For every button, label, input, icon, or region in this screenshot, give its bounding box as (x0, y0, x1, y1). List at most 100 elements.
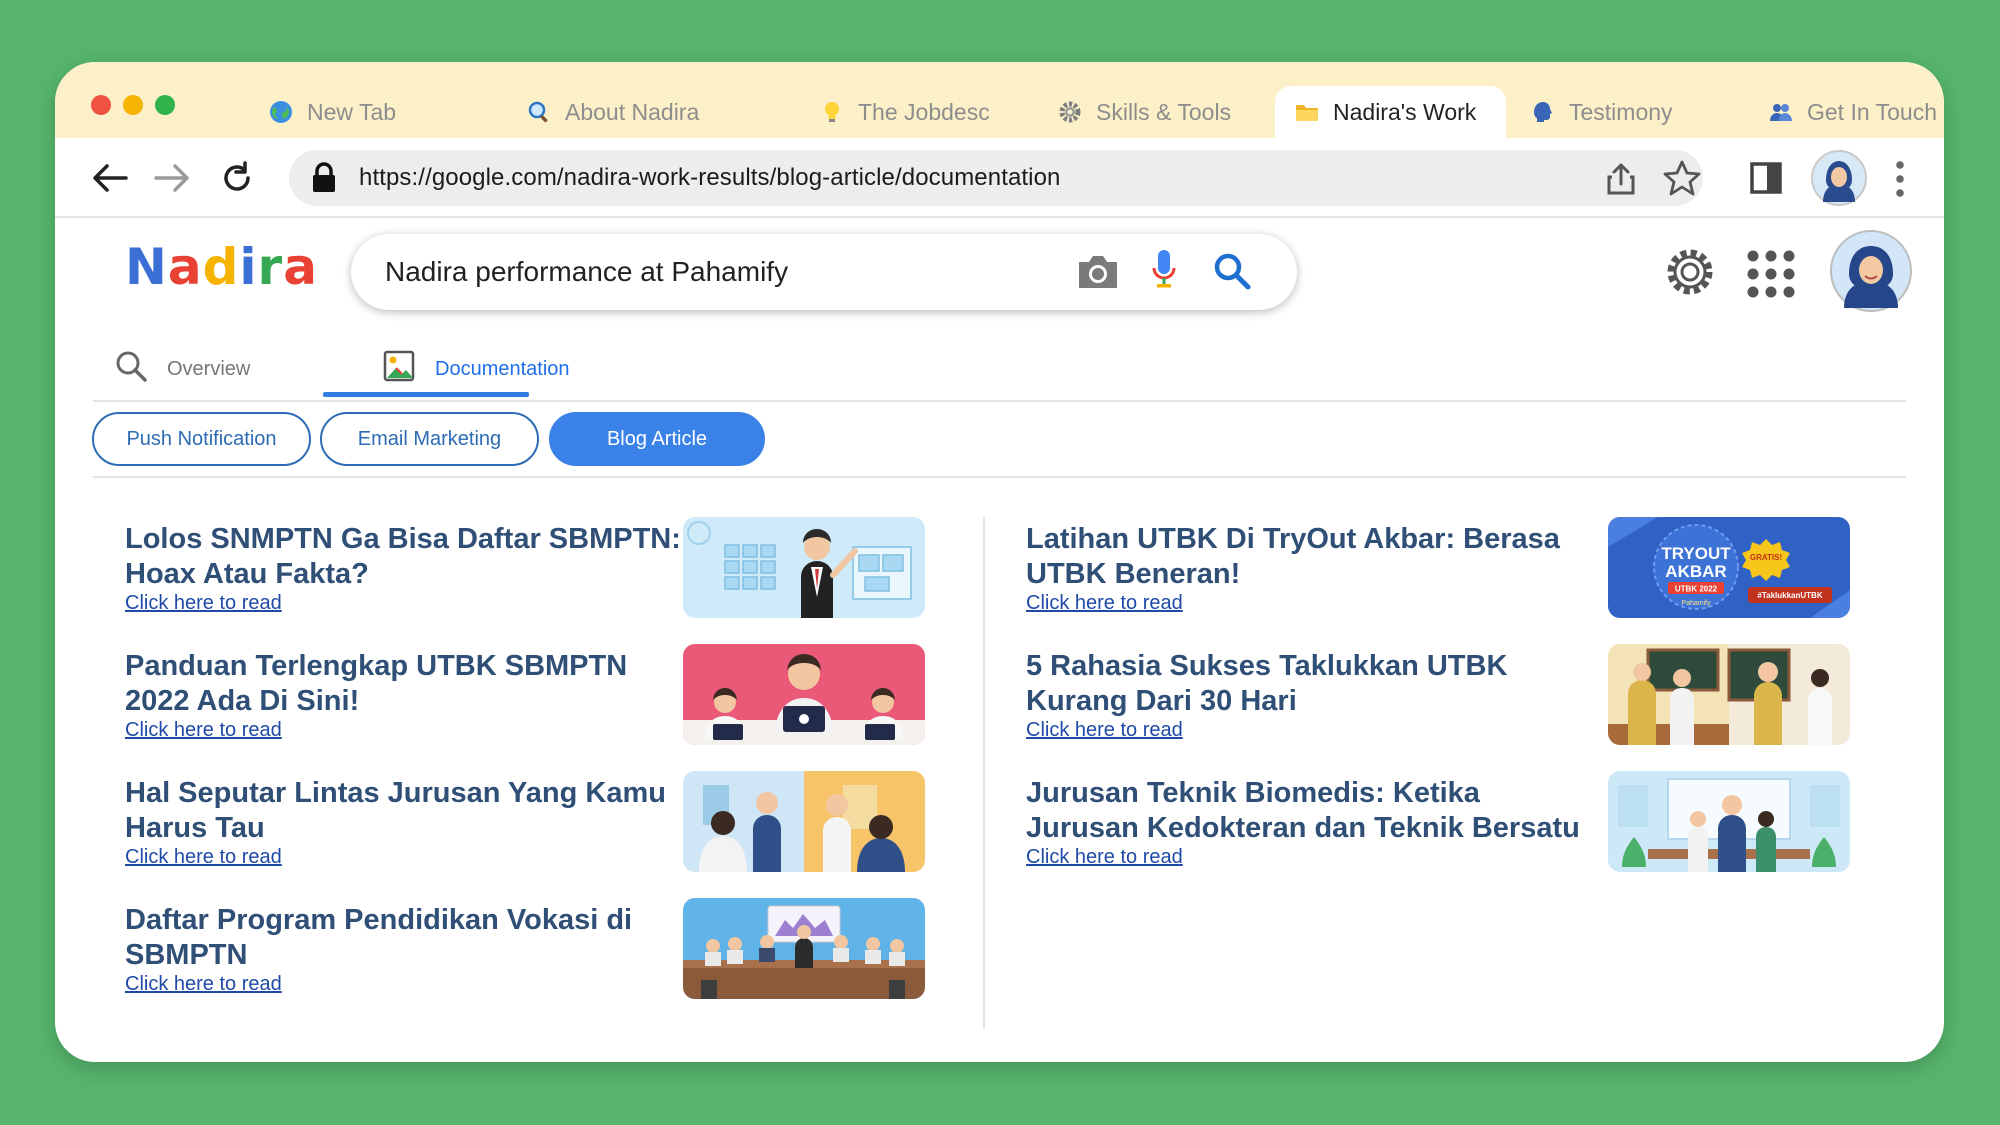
minimize-window-button[interactable] (123, 95, 143, 115)
settings-gear-icon[interactable] (1662, 244, 1718, 300)
apps-grid-icon[interactable] (1745, 248, 1797, 300)
profile-avatar-small[interactable] (1811, 150, 1867, 206)
profile-avatar[interactable] (1830, 230, 1912, 312)
search-icon[interactable] (1211, 250, 1253, 292)
read-link[interactable]: Click here to read (125, 719, 282, 742)
thumb-text-brand: Pahamify (1681, 600, 1711, 607)
more-menu-icon[interactable] (1893, 160, 1907, 198)
share-icon[interactable] (1605, 162, 1637, 196)
tab-label: Overview (167, 357, 251, 380)
article-thumbnail[interactable] (683, 771, 925, 872)
close-window-button[interactable] (91, 95, 111, 115)
chip-label: Email Marketing (357, 427, 502, 450)
logo-letter: r (257, 238, 284, 296)
thumb-text-utbk: UTBK 2022 (1675, 585, 1718, 594)
tab-label: Get In Touch (1807, 98, 1937, 125)
article-thumbnail[interactable] (683, 898, 925, 999)
thumb-text-gratis: GRATIS! (1750, 553, 1782, 562)
article-thumbnail[interactable] (683, 517, 925, 618)
tab-skills-tools[interactable]: Skills & Tools (1058, 86, 1231, 138)
chip-email-marketing[interactable]: Email Marketing (320, 412, 539, 466)
lock-icon (311, 162, 337, 194)
read-link[interactable]: Click here to read (125, 592, 282, 615)
forward-button[interactable] (150, 156, 194, 200)
tab-the-jobdesc[interactable]: The Jobdesc (820, 86, 990, 138)
search-icon (115, 350, 147, 388)
article-title[interactable]: 5 Rahasia Sukses Taklukkan UTBK Kurang D… (1026, 649, 1586, 719)
tab-label: Nadira's Work (1333, 98, 1477, 125)
tab-testimony[interactable]: Testimony (1531, 86, 1673, 138)
maximize-window-button[interactable] (155, 95, 175, 115)
tab-label: Testimony (1569, 98, 1673, 125)
browser-toolbar: https://google.com/nadira-work-results/b… (55, 138, 1944, 218)
article-title[interactable]: Panduan Terlengkap UTBK SBMPTN 2022 Ada … (125, 649, 685, 719)
article-thumbnail[interactable] (683, 644, 925, 745)
column-divider (983, 517, 985, 1029)
arrow-left-icon (93, 164, 128, 192)
tab-label: The Jobdesc (858, 98, 990, 125)
logo-letter: i (239, 238, 258, 296)
tab-about-nadira[interactable]: About Nadira (527, 86, 699, 138)
article-item: Latihan UTBK Di TryOut Akbar: Berasa UTB… (1026, 522, 1586, 615)
tab-bar: New Tab About Nadira The Jobdesc Skills … (55, 62, 1944, 138)
logo-letter: a (283, 238, 318, 296)
chip-blog-article[interactable]: Blog Article (549, 412, 765, 466)
read-link[interactable]: Click here to read (1026, 592, 1183, 615)
read-link[interactable]: Click here to read (1026, 719, 1183, 742)
result-tabs: Overview Documentation (115, 350, 1905, 388)
nadira-logo[interactable]: Nadira (125, 238, 318, 296)
lightbulb-icon (820, 100, 844, 124)
tab-label: About Nadira (565, 98, 700, 125)
arrow-right-icon (154, 164, 189, 192)
article-item: Lolos SNMPTN Ga Bisa Daftar SBMPTN: Hoax… (125, 522, 685, 615)
thumb-text-tryout: TRYOUT (1661, 544, 1731, 563)
tab-get-in-touch[interactable]: Get In Touch (1769, 86, 1937, 138)
article-thumbnail[interactable]: TRYOUT AKBAR UTBK 2022 Pahamify GRATIS! … (1608, 517, 1850, 618)
address-bar[interactable]: https://google.com/nadira-work-results/b… (289, 150, 1703, 206)
chip-label: Blog Article (606, 427, 708, 450)
article-title[interactable]: Lolos SNMPTN Ga Bisa Daftar SBMPTN: Hoax… (125, 522, 685, 592)
article-title[interactable]: Hal Seputar Lintas Jurusan Yang Kamu Har… (125, 776, 685, 846)
active-tab-indicator (323, 392, 529, 397)
read-link[interactable]: Click here to read (125, 973, 282, 996)
article-item: Hal Seputar Lintas Jurusan Yang Kamu Har… (125, 776, 685, 869)
tab-new-tab[interactable]: New Tab (269, 86, 396, 138)
search-input[interactable]: Nadira performance at Pahamify (385, 256, 788, 288)
people-icon (1769, 100, 1793, 124)
back-button[interactable] (88, 156, 132, 200)
article-thumbnail[interactable] (1608, 771, 1850, 872)
article-title[interactable]: Jurusan Teknik Biomedis: Ketika Jurusan … (1026, 776, 1586, 846)
url-text: https://google.com/nadira-work-results/b… (359, 164, 1061, 191)
folder-icon (1295, 100, 1319, 124)
divider (93, 400, 1906, 402)
toolbar-divider (55, 216, 1944, 218)
thumb-text-akbar: AKBAR (1665, 562, 1726, 581)
reload-button[interactable] (215, 156, 259, 200)
read-link[interactable]: Click here to read (1026, 846, 1183, 869)
tab-overview[interactable]: Overview (115, 350, 250, 388)
tab-documentation[interactable]: Documentation (383, 350, 570, 388)
side-panel-icon[interactable] (1748, 160, 1784, 196)
article-title[interactable]: Daftar Program Pendidikan Vokasi di SBMP… (125, 903, 685, 973)
camera-icon[interactable] (1075, 252, 1121, 292)
logo-letter: N (125, 238, 168, 296)
article-title[interactable]: Latihan UTBK Di TryOut Akbar: Berasa UTB… (1026, 522, 1586, 592)
search-box[interactable]: Nadira performance at Pahamify (351, 234, 1297, 310)
chip-label: Push Notification (126, 427, 277, 450)
star-icon[interactable] (1663, 160, 1701, 196)
tab-label: New Tab (307, 98, 397, 125)
article-item: Jurusan Teknik Biomedis: Ketika Jurusan … (1026, 776, 1586, 869)
tab-label: Skills & Tools (1096, 98, 1232, 125)
reload-icon (224, 161, 250, 191)
thumb-text-hashtag: #TaklukkanUTBK (1757, 591, 1822, 600)
article-thumbnail[interactable] (1608, 644, 1850, 745)
chip-push-notification[interactable]: Push Notification (92, 412, 311, 466)
logo-letter: d (202, 238, 240, 296)
globe-icon (269, 100, 293, 124)
tab-nadiras-work[interactable]: Nadira's Work (1275, 86, 1507, 138)
read-link[interactable]: Click here to read (125, 846, 282, 869)
image-icon (383, 350, 415, 388)
article-item: 5 Rahasia Sukses Taklukkan UTBK Kurang D… (1026, 649, 1586, 742)
microphone-icon[interactable] (1149, 248, 1179, 292)
tab-label: Documentation (435, 357, 570, 380)
